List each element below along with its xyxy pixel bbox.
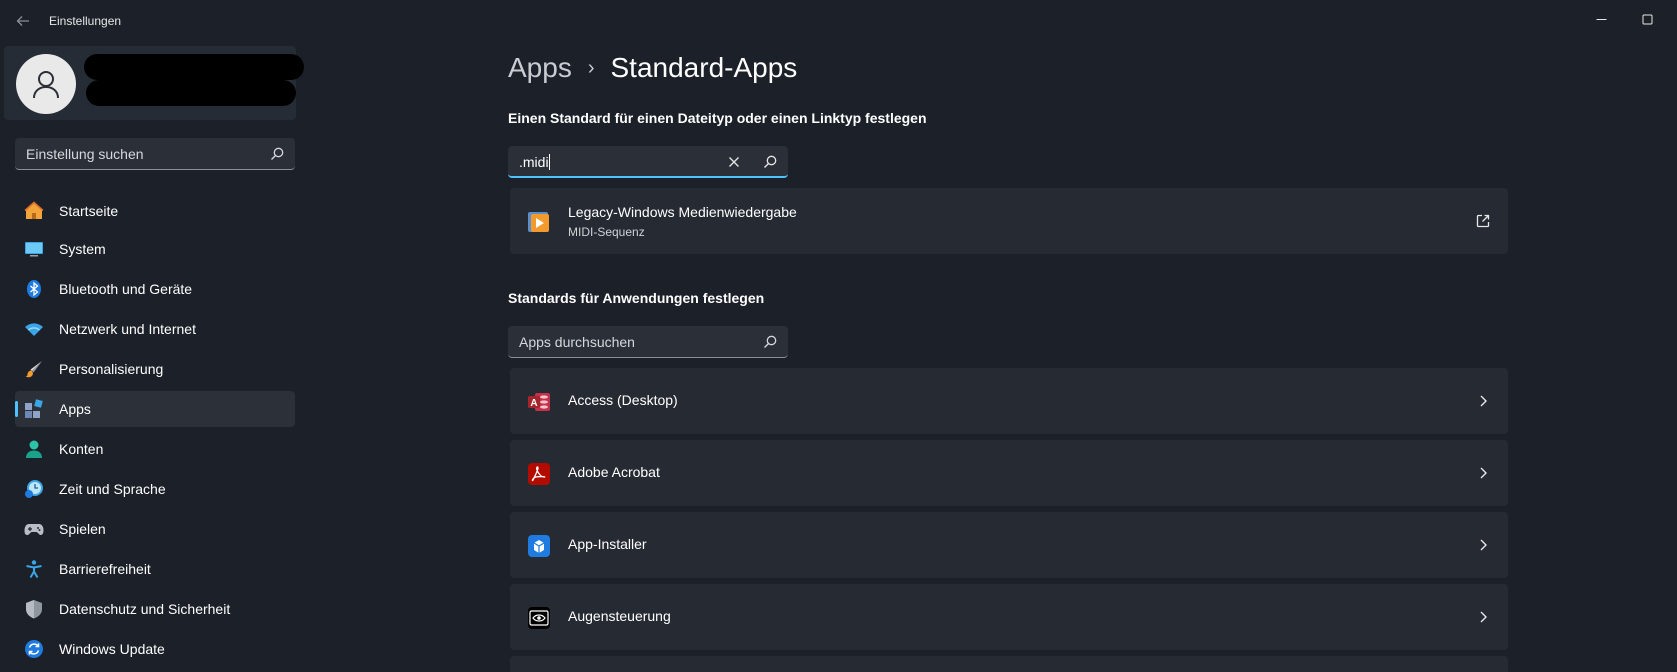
result-app-name: Legacy-Windows Medienwiedergabe [568,204,797,220]
sidebar-item-label: Datenschutz und Sicherheit [59,601,231,617]
search-icon [271,147,284,160]
gamepad-icon [24,519,44,539]
search-icon [764,335,777,348]
update-icon [24,639,44,659]
app-row-app-installer[interactable]: App-Installer [510,512,1508,578]
media-player-icon [528,212,549,232]
filetype-search-value: .midi [519,154,550,170]
sidebar-item-label: Barrierefreiheit [59,561,151,577]
window-title: Einstellungen [49,14,122,28]
redacted-email [86,80,296,106]
result-file-type: MIDI-Sequenz [568,225,645,239]
sidebar-item-datenschutz[interactable]: Datenschutz und Sicherheit [15,591,295,627]
sidebar-item-label: Startseite [59,203,119,219]
open-external-icon[interactable] [1474,212,1492,230]
sidebar-item-label: Netzwerk und Internet [59,321,196,337]
breadcrumb-parent[interactable]: Apps [508,52,572,84]
app-installer-icon [528,535,550,557]
app-name: Access (Desktop) [568,392,678,408]
chevron-right-icon [1474,392,1492,410]
eye-control-icon [528,607,550,629]
clear-icon[interactable] [726,154,742,170]
sidebar-item-zeit-und-sprache[interactable]: Zeit und Sprache [15,471,295,507]
monitor-icon [24,239,44,259]
maximize-icon [1642,14,1652,24]
settings-search-placeholder: Einstellung suchen [26,146,144,162]
sidebar-item-label: Konten [59,441,104,457]
maximize-button[interactable] [1624,4,1670,34]
user-icon [33,71,59,99]
app-name: Augensteuerung [568,608,671,624]
default-app-result-card[interactable]: Legacy-Windows Medienwiedergabe MIDI-Seq… [510,188,1508,254]
page-title: Standard-Apps [610,52,798,83]
sidebar-item-label: System [59,241,106,257]
sidebar-item-netzwerk[interactable]: Netzwerk und Internet [15,311,295,347]
clock-globe-icon [24,479,44,499]
bluetooth-icon [24,279,44,299]
sidebar-item-apps[interactable]: Apps [15,391,295,427]
chevron-right-icon: › [587,56,595,79]
app-row-partial[interactable] [510,656,1508,672]
title-bar: Einstellungen [0,0,1677,42]
svg-text:A: A [530,398,537,409]
sidebar-item-barrierefreiheit[interactable]: Barrierefreiheit [15,551,295,587]
sidebar-item-label: Windows Update [59,641,165,657]
search-icon[interactable] [762,154,778,170]
sidebar-item-spielen[interactable]: Spielen [15,511,295,547]
sidebar-item-label: Bluetooth und Geräte [59,281,193,297]
accessibility-icon [24,559,44,579]
sidebar-item-system[interactable]: System [15,231,295,267]
home-icon [24,201,44,221]
sidebar-item-label: Personalisierung [59,361,164,377]
redacted-name [84,54,304,80]
minimize-icon [1596,18,1606,20]
app-row-acrobat[interactable]: Adobe Acrobat [510,440,1508,506]
brush-icon [24,359,44,379]
shield-icon [24,599,44,619]
person-icon [24,439,44,459]
back-button[interactable] [12,10,34,32]
wifi-icon [24,319,44,339]
minimize-button[interactable] [1578,4,1624,34]
apps-section-heading: Standards für Anwendungen festlegen [508,290,765,306]
access-icon: A [528,393,550,411]
sidebar-item-startseite[interactable]: Startseite [15,193,295,229]
acrobat-icon [528,463,550,485]
apps-search-placeholder: Apps durchsuchen [519,334,635,350]
apps-icon [24,399,44,419]
sidebar-item-bluetooth[interactable]: Bluetooth und Geräte [15,271,295,307]
filetype-section-heading: Einen Standard für einen Dateityp oder e… [508,110,927,126]
user-profile-card[interactable] [4,46,304,120]
chevron-right-icon [1474,464,1492,482]
breadcrumb: Apps › Standard-Apps [508,52,797,84]
apps-search-input[interactable]: Apps durchsuchen [508,326,788,358]
sidebar-item-windows-update[interactable]: Windows Update [15,631,295,667]
sidebar-item-konten[interactable]: Konten [15,431,295,467]
sidebar-item-label: Apps [59,401,91,417]
sidebar-item-label: Zeit und Sprache [59,481,166,497]
app-name: Adobe Acrobat [568,464,660,480]
settings-search-input[interactable]: Einstellung suchen [15,138,295,170]
arrow-left-icon [16,16,29,26]
selection-indicator [15,401,18,417]
app-row-augensteuerung[interactable]: Augensteuerung [510,584,1508,650]
filetype-search-input[interactable]: .midi [508,146,788,178]
chevron-right-icon [1474,608,1492,626]
avatar [16,54,76,114]
app-row-access[interactable]: A Access (Desktop) [510,368,1508,434]
sidebar-item-personalisierung[interactable]: Personalisierung [15,351,295,387]
app-name: App-Installer [568,536,647,552]
chevron-right-icon [1474,536,1492,554]
sidebar-item-label: Spielen [59,521,106,537]
